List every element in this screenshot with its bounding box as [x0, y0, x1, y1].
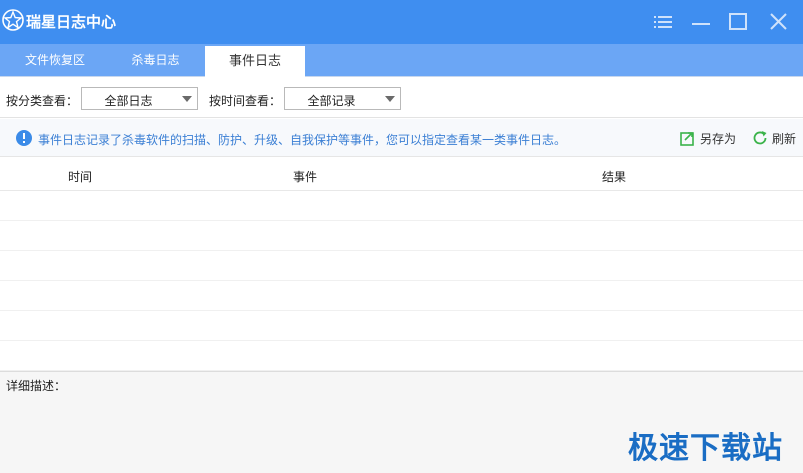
maximize-button[interactable] [725, 10, 751, 34]
dropdown-arrow-icon [385, 96, 395, 102]
refresh-icon [753, 131, 767, 145]
rising-star-logo-icon [2, 9, 24, 31]
table-row[interactable] [0, 191, 803, 221]
time-filter-label: 按时间查看： [209, 94, 282, 108]
app-title: 瑞星日志中心 [26, 13, 117, 31]
info-circle-icon [16, 130, 32, 146]
tab-bar: 文件恢复区 杀毒日志 事件日志 [0, 44, 803, 78]
time-select[interactable]: 全部记录 [284, 87, 401, 110]
menu-button[interactable] [650, 10, 676, 34]
info-message: 事件日志记录了杀毒软件的扫描、防护、升级、自我保护等事件，您可以指定查看某一类事… [38, 133, 567, 147]
table-header: 时间 事件 结果 [0, 158, 803, 191]
table-row[interactable] [0, 341, 803, 371]
menu-lines-icon [654, 16, 672, 28]
category-select[interactable]: 全部日志 [81, 87, 198, 110]
minimize-button[interactable] [688, 10, 714, 34]
tab-file-recovery[interactable]: 文件恢复区 [0, 44, 110, 77]
dropdown-arrow-icon [182, 96, 192, 102]
refresh-label: 刷新 [772, 132, 797, 146]
save-as-button[interactable]: 另存为 [680, 129, 740, 147]
title-bar: 瑞星日志中心 [0, 0, 803, 44]
category-filter-label: 按分类查看： [6, 94, 79, 108]
column-header-result[interactable]: 结果 [602, 168, 626, 185]
minimize-icon [692, 23, 710, 25]
column-header-event[interactable]: 事件 [293, 168, 317, 185]
detail-label: 详细描述： [6, 379, 67, 393]
export-icon [680, 132, 694, 146]
close-button[interactable] [766, 10, 792, 34]
info-bar: 事件日志记录了杀毒软件的扫描、防护、升级、自我保护等事件，您可以指定查看某一类事… [0, 119, 803, 157]
watermark: 极速下载站 [628, 431, 783, 466]
table-row[interactable] [0, 311, 803, 341]
maximize-icon [729, 13, 747, 30]
table-row[interactable] [0, 251, 803, 281]
tab-antivirus-log[interactable]: 杀毒日志 [103, 44, 208, 77]
refresh-button[interactable]: 刷新 [752, 129, 802, 147]
time-select-value: 全部记录 [307, 94, 356, 108]
tab-event-log[interactable]: 事件日志 [205, 44, 305, 78]
column-header-time[interactable]: 时间 [68, 168, 92, 185]
category-select-value: 全部日志 [104, 94, 153, 108]
filter-bar: 按分类查看： 全部日志 按时间查看： 全部记录 [0, 78, 803, 118]
event-log-table: 时间 事件 结果 [0, 158, 803, 371]
close-icon [770, 13, 787, 30]
table-row[interactable] [0, 281, 803, 311]
table-row[interactable] [0, 221, 803, 251]
save-as-label: 另存为 [700, 132, 737, 146]
